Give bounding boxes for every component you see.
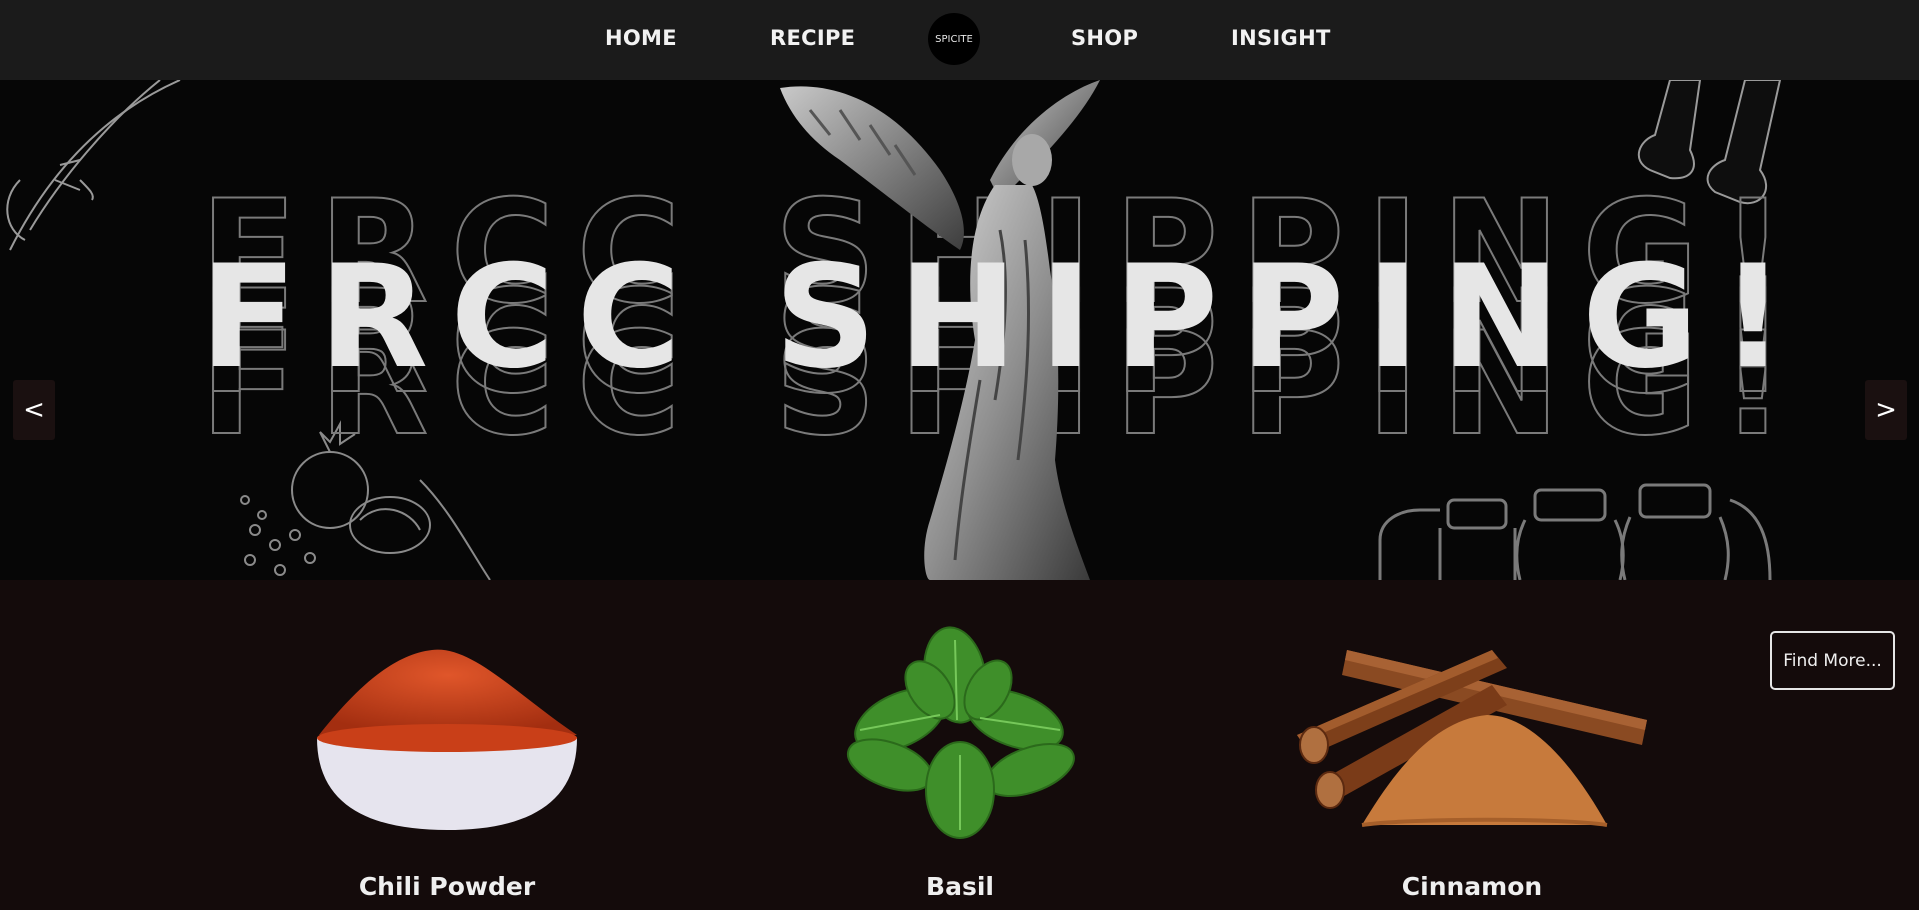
site-logo[interactable]: SPICITE <box>928 13 980 65</box>
nav-insight-link[interactable]: INSIGHT <box>1231 26 1331 50</box>
carousel-prev-button[interactable]: < <box>13 380 55 440</box>
hero-banner: FRCC SHIPPING! FRCC SHIPPING! FRCC SHIPP… <box>0 80 1919 580</box>
chili-powder-image <box>317 649 577 830</box>
basil-image <box>846 626 1075 839</box>
headline-main: FRCC SHIPPING! <box>200 235 1808 400</box>
spice-jars-sketch-icon <box>1378 483 1772 580</box>
product-card-cinnamon[interactable]: Cinnamon <box>1262 580 1682 910</box>
product-name: Chili Powder <box>358 872 536 901</box>
logo-text: SPICITE <box>935 33 973 45</box>
pepper-sketch-icon <box>6 80 181 251</box>
nav-home-link[interactable]: HOME <box>605 26 677 50</box>
cinnamon-image <box>1297 650 1647 827</box>
top-nav: HOME RECIPE SPICITE SHOP INSIGHT <box>0 0 1919 80</box>
product-showcase: Chili Powder Basil Cinnamon Find More... <box>0 580 1919 910</box>
nav-recipe-link[interactable]: RECIPE <box>770 26 855 50</box>
product-card-basil[interactable]: Basil <box>750 580 1170 910</box>
find-more-button[interactable]: Find More... <box>1770 631 1895 690</box>
product-card-chili-powder[interactable]: Chili Powder <box>237 580 657 910</box>
product-name: Basil <box>926 872 994 901</box>
nav-shop-link[interactable]: SHOP <box>1071 26 1138 50</box>
product-name: Cinnamon <box>1401 872 1543 901</box>
carousel-next-button[interactable]: > <box>1865 380 1907 440</box>
